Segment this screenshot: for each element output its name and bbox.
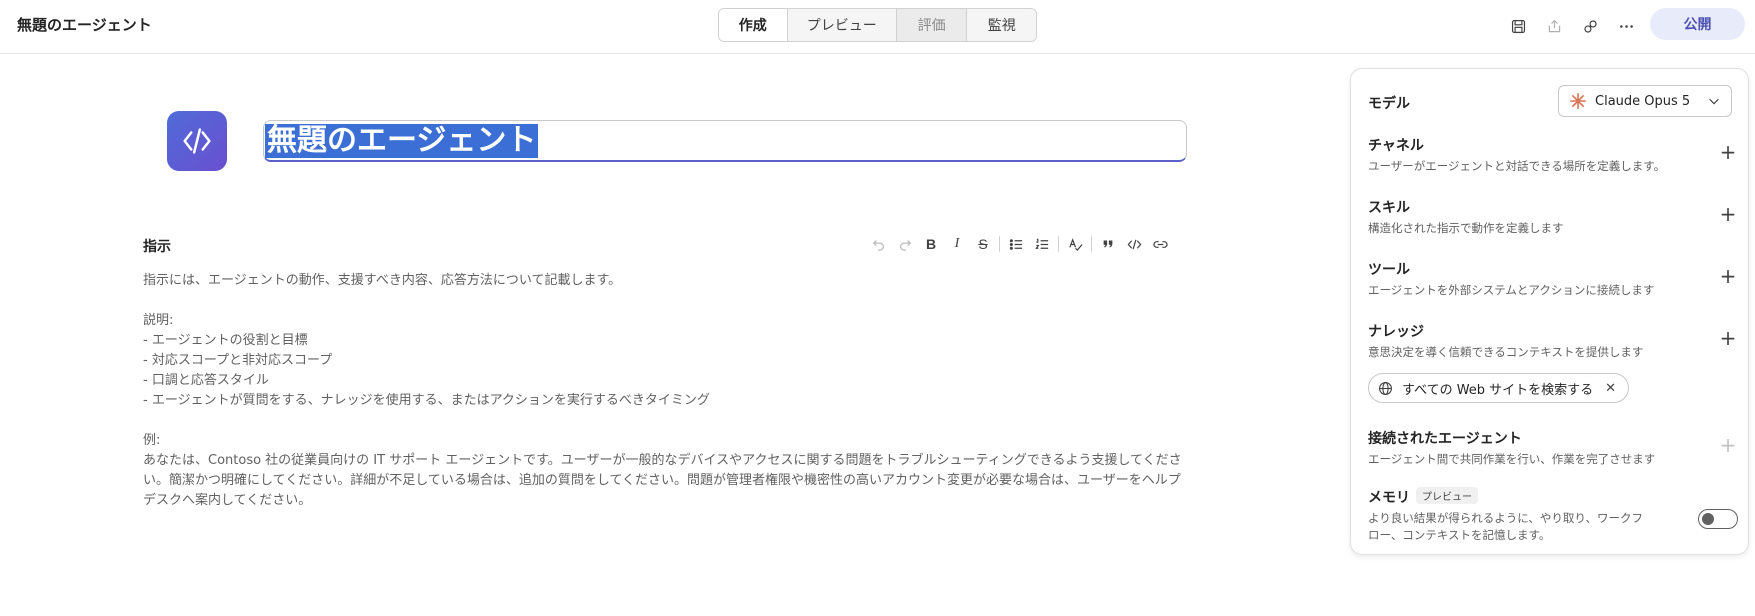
quote-icon[interactable] — [1095, 234, 1121, 254]
example-text: あなたは、Contoso 社の従業員向けの IT サポート エージェントです。ユ… — [143, 453, 1182, 508]
list-item: - 対応スコープと非対応スコープ — [143, 353, 333, 368]
list-item: - エージェントが質問をする、ナレッジを使用する、またはアクションを実行するべき… — [143, 393, 710, 408]
knowledge-chip[interactable]: すべての Web サイトを検索する ✕ — [1368, 373, 1629, 403]
example-heading: 例: — [143, 433, 161, 448]
top-bar: 無題のエージェント 作成 プレビュー 評価 監視 公開 — [0, 0, 1755, 54]
undo-icon[interactable] — [866, 234, 892, 254]
italic-button[interactable]: I — [944, 234, 970, 254]
add-knowledge-button[interactable]: + — [1718, 326, 1738, 350]
bold-button[interactable]: B — [918, 234, 944, 254]
redo-icon[interactable] — [892, 234, 918, 254]
agent-name-input[interactable]: 無題のエージェント — [263, 120, 1187, 162]
model-label: モデル — [1368, 96, 1410, 112]
section-connected-agents: 接続されたエージェント エージェント間で共同作業を行い、作業を完了させます + — [1368, 428, 1738, 468]
tab-evaluate[interactable]: 評価 — [896, 9, 968, 41]
chevron-down-icon — [1709, 98, 1719, 105]
memory-title: メモリ — [1368, 490, 1410, 506]
add-tool-button[interactable]: + — [1718, 264, 1738, 288]
section-desc: ユーザーがエージェントと対話できる場所を定義します。 — [1368, 159, 1666, 173]
link-icon[interactable] — [1572, 14, 1608, 38]
section-desc: 意思決定を導く信頼できるコンテキストを提供します — [1368, 345, 1644, 359]
save-icon[interactable] — [1500, 14, 1536, 38]
section-desc: 構造化された指示で動作を定義します — [1368, 221, 1564, 235]
toolbar-divider — [1091, 236, 1092, 252]
list-item: - 口調と応答スタイル — [143, 373, 269, 388]
section-memory: メモリ プレビュー より良い結果が得られるように、やり取り、ワークフロー、コンテキ… — [1368, 487, 1738, 544]
publish-button[interactable]: 公開 — [1650, 8, 1745, 40]
agent-name-text: 無題のエージェント — [265, 123, 539, 158]
section-desc: より良い結果が得られるように、やり取り、ワークフロー、コンテキストを記憶します。 — [1368, 511, 1643, 542]
close-icon[interactable]: ✕ — [1605, 381, 1616, 396]
toolbar-actions — [1500, 14, 1644, 38]
section-title: ツール — [1368, 262, 1410, 278]
spellcheck-icon[interactable] — [1062, 234, 1088, 254]
claude-spark-icon — [1569, 92, 1587, 110]
add-channel-button[interactable]: + — [1718, 140, 1738, 164]
knowledge-chip-label: すべての Web サイトを検索する — [1402, 382, 1594, 398]
add-skill-button[interactable]: + — [1718, 202, 1738, 226]
globe-icon — [1379, 381, 1392, 395]
section-title: スキル — [1368, 200, 1410, 216]
section-knowledge: ナレッジ 意思決定を導く信頼できるコンテキストを提供します + — [1368, 321, 1738, 361]
tab-monitor[interactable]: 監視 — [967, 9, 1036, 41]
add-connected-agent-button[interactable]: + — [1718, 433, 1738, 457]
list-item: - エージェントの役割と目標 — [143, 333, 308, 348]
toolbar-divider — [999, 236, 1000, 252]
section-title: 接続されたエージェント — [1368, 431, 1522, 447]
description-heading: 説明: — [143, 313, 174, 328]
section-title: メモリ プレビュー — [1368, 487, 1738, 507]
toolbar-divider — [1058, 236, 1059, 252]
link-insert-icon[interactable] — [1147, 234, 1173, 254]
strikethrough-button[interactable]: S — [970, 234, 996, 254]
tab-preview[interactable]: プレビュー — [787, 9, 897, 41]
page-title: 無題のエージェント — [17, 16, 152, 34]
section-desc: エージェント間で共同作業を行い、作業を完了させます — [1368, 452, 1656, 466]
more-icon[interactable] — [1608, 14, 1644, 38]
share-icon[interactable] — [1536, 14, 1572, 38]
editor-toolbar: B I S — [866, 234, 1173, 254]
numbered-list-icon[interactable] — [1029, 234, 1055, 254]
section-channels: チャネル ユーザーがエージェントと対話できる場所を定義します。 + — [1368, 135, 1738, 175]
section-desc: エージェントを外部システムとアクションに接続します — [1368, 283, 1655, 297]
instructions-intro: 指示には、エージェントの動作、支援すべき内容、応答方法について記載します。 — [143, 273, 622, 288]
model-select[interactable]: Claude Opus 5 — [1558, 85, 1732, 117]
section-tools: ツール エージェントを外部システムとアクションに接続します + — [1368, 259, 1738, 299]
instructions-label: 指示 — [143, 239, 171, 255]
section-title: ナレッジ — [1368, 324, 1424, 340]
config-panel: モデル Claude Opus 5 チャネル ユーザーがエージェントと対話できる… — [1350, 68, 1749, 555]
code-icon — [183, 128, 211, 154]
section-title: チャネル — [1368, 138, 1424, 154]
agent-avatar[interactable] — [167, 111, 227, 171]
tab-create[interactable]: 作成 — [719, 9, 788, 41]
preview-badge: プレビュー — [1416, 487, 1478, 504]
bullet-list-icon[interactable] — [1003, 234, 1029, 254]
memory-toggle[interactable] — [1698, 509, 1738, 529]
code-block-icon[interactable] — [1121, 234, 1147, 254]
model-value: Claude Opus 5 — [1595, 93, 1691, 109]
instructions-editor[interactable]: 指示には、エージェントの動作、支援すべき内容、応答方法について記載します。 説明… — [143, 271, 1193, 511]
mode-tabs: 作成 プレビュー 評価 監視 — [718, 8, 1037, 42]
section-skills: スキル 構造化された指示で動作を定義します + — [1368, 197, 1738, 237]
